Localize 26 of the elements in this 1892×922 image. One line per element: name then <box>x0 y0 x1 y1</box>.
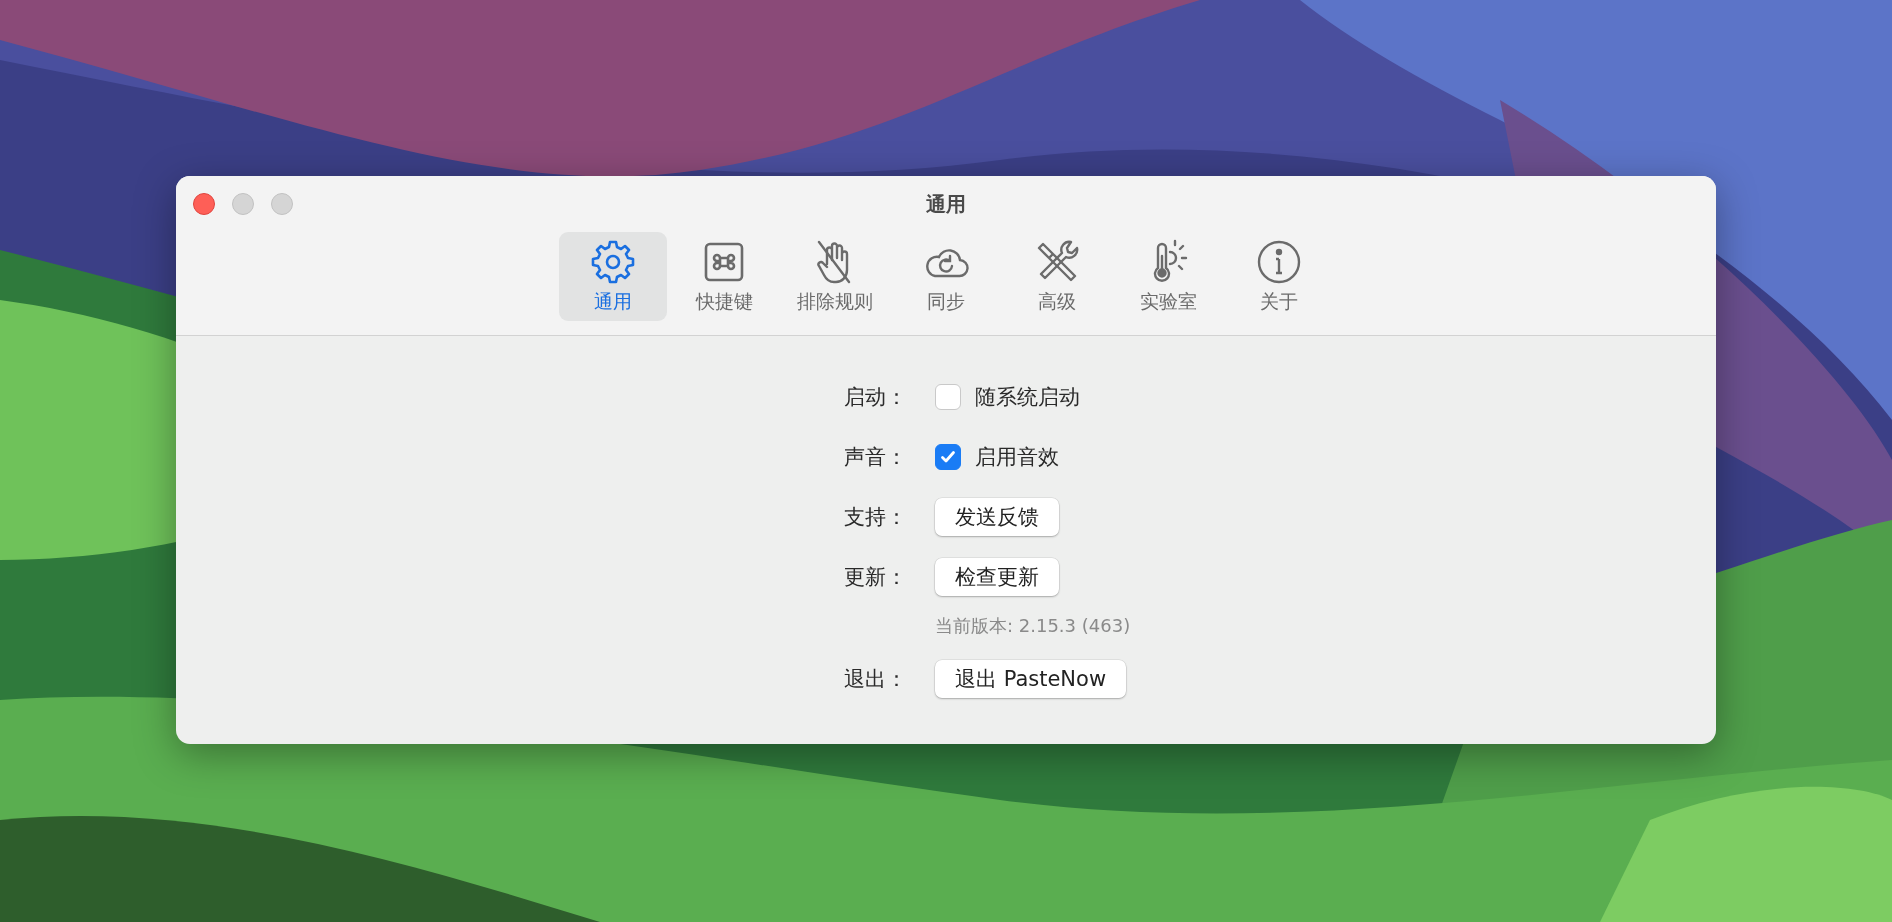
checkbox[interactable] <box>935 384 961 410</box>
setting-label: 支持： <box>844 504 907 531</box>
toolbar-tab[interactable]: 同步 <box>892 232 1000 321</box>
checkbox[interactable] <box>935 444 961 470</box>
setting-label: 声音： <box>844 444 907 471</box>
settings-icon <box>589 238 637 286</box>
setting-label: 退出： <box>844 666 907 693</box>
toolbar-tab[interactable]: 通用 <box>559 232 667 321</box>
setting-label: 启动： <box>844 384 907 411</box>
checkbox-label[interactable]: 随系统启动 <box>975 383 1080 411</box>
push-button[interactable]: 检查更新 <box>935 558 1059 596</box>
push-button[interactable]: 发送反馈 <box>935 498 1059 536</box>
toolbar-tab[interactable]: 排除规则 <box>781 232 889 321</box>
toolbar-tab[interactable]: 快捷键 <box>670 232 778 321</box>
setting-label: 更新： <box>844 564 907 591</box>
zoom-button[interactable] <box>271 193 293 215</box>
toolbar-tab[interactable]: 高级 <box>1003 232 1111 321</box>
toolbar-tab[interactable]: 关于 <box>1225 232 1333 321</box>
minimize-button[interactable] <box>232 193 254 215</box>
close-button[interactable] <box>193 193 215 215</box>
push-button[interactable]: 退出 PasteNow <box>935 660 1127 698</box>
info-icon <box>1255 238 1303 286</box>
toolbar-tab[interactable]: 实验室 <box>1114 232 1222 321</box>
window-title: 通用 <box>926 190 966 218</box>
version-text: 当前版本: 2.15.3 (463) <box>935 614 1131 638</box>
checkbox-label[interactable]: 启用音效 <box>975 443 1059 471</box>
